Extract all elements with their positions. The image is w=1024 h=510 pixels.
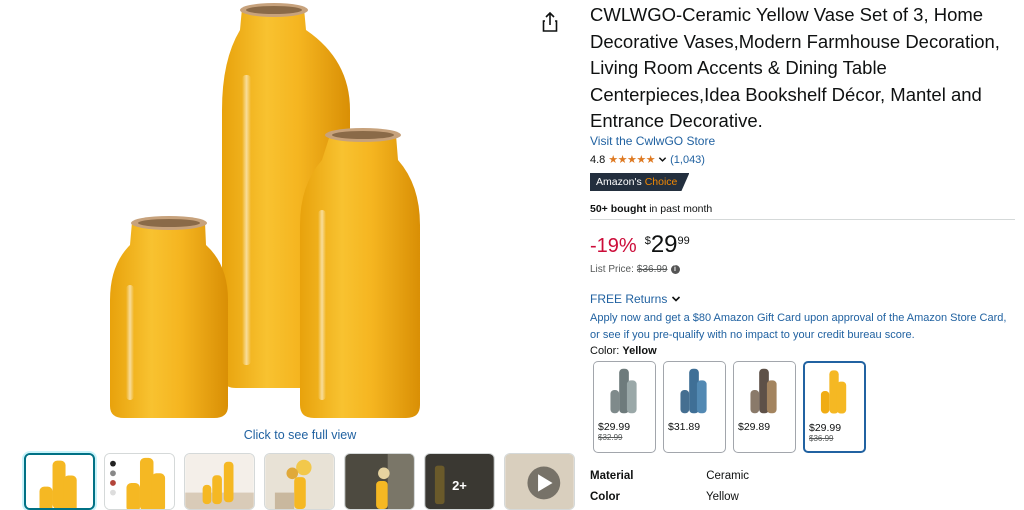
more-images-count: 2+ xyxy=(452,478,467,493)
amazons-choice-badge: Amazon's Choice xyxy=(590,173,690,191)
spec-value: Ceramic xyxy=(706,470,750,482)
price-whole: 29 xyxy=(650,231,678,258)
share-icon[interactable] xyxy=(540,10,560,34)
bought-period: in past month xyxy=(649,203,713,215)
thumbnail-4[interactable] xyxy=(264,453,335,510)
list-price: List Price: $36.99 i xyxy=(590,264,680,275)
badge-prefix: Amazon's xyxy=(596,176,642,188)
thumbnail-5[interactable] xyxy=(344,453,415,510)
swatch-blue[interactable]: $31.89 xyxy=(663,361,726,453)
badge-suffix: Choice xyxy=(644,176,678,188)
swatch-brown[interactable]: $29.89 xyxy=(733,361,796,453)
spec-key: Material xyxy=(590,470,634,482)
list-price-value: $36.99 xyxy=(636,264,668,275)
swatch-price: $29.99 xyxy=(598,421,631,433)
info-icon[interactable]: i xyxy=(670,265,680,274)
chevron-down-icon[interactable] xyxy=(658,155,667,164)
rating-count-link[interactable]: (1,043) xyxy=(670,154,705,166)
list-price-label: List Price: xyxy=(590,264,634,275)
store-link[interactable]: Visit the CwlwGO Store xyxy=(590,134,715,148)
free-returns-label: FREE Returns xyxy=(590,292,668,306)
swatch-list-price: $36.99 xyxy=(809,434,834,443)
thumbnail-2[interactable] xyxy=(104,453,175,510)
purchase-count: 50+ bought in past month xyxy=(590,203,712,215)
product-title: CWLWGO-Ceramic Yellow Vase Set of 3, Hom… xyxy=(590,4,1000,131)
rating-row: 4.8 ★★★★★ (1,043) xyxy=(590,153,705,167)
star-rating-icon[interactable]: ★★★★★ xyxy=(608,153,655,166)
gift-card-offer[interactable]: Apply now and get a $80 Amazon Gift Card… xyxy=(590,310,1015,344)
color-selector-label: Color: Yellow xyxy=(590,345,657,357)
discount-percent: -19% xyxy=(590,235,637,257)
thumbnail-1[interactable] xyxy=(24,453,95,510)
chevron-down-icon xyxy=(672,296,681,302)
spec-value: Yellow xyxy=(706,491,739,503)
swatch-price: $31.89 xyxy=(668,421,701,433)
price-block: -19% $ 29 99 xyxy=(590,232,690,260)
full-view-link[interactable]: Click to see full view xyxy=(0,428,600,442)
spec-row-material: Material Ceramic xyxy=(590,470,749,482)
price-fraction: 99 xyxy=(677,235,690,247)
color-label: Color: xyxy=(590,345,620,357)
color-swatches: $29.99 $32.99 $31.89 $29.89 $29.99 $36.9… xyxy=(593,361,866,453)
rating-value: 4.8 xyxy=(590,153,606,166)
thumbnail-strip: 2+ xyxy=(24,453,575,510)
divider xyxy=(590,219,1015,220)
bought-count: 50+ bought xyxy=(590,203,647,215)
swatch-yellow[interactable]: $29.99 $36.99 xyxy=(803,361,866,453)
thumbnail-video[interactable] xyxy=(504,453,575,510)
thumbnail-more[interactable]: 2+ xyxy=(424,453,495,510)
free-returns-link[interactable]: FREE Returns xyxy=(590,292,681,306)
spec-key: Color xyxy=(590,491,621,503)
swatch-price: $29.89 xyxy=(738,421,771,433)
main-product-image[interactable] xyxy=(60,0,530,425)
selected-color: Yellow xyxy=(622,345,657,357)
thumbnail-3[interactable] xyxy=(184,453,255,510)
swatch-price: $29.99 xyxy=(809,422,842,434)
swatch-list-price: $32.99 xyxy=(598,433,623,442)
swatch-grey[interactable]: $29.99 $32.99 xyxy=(593,361,656,453)
spec-row-color: Color Yellow xyxy=(590,491,739,503)
